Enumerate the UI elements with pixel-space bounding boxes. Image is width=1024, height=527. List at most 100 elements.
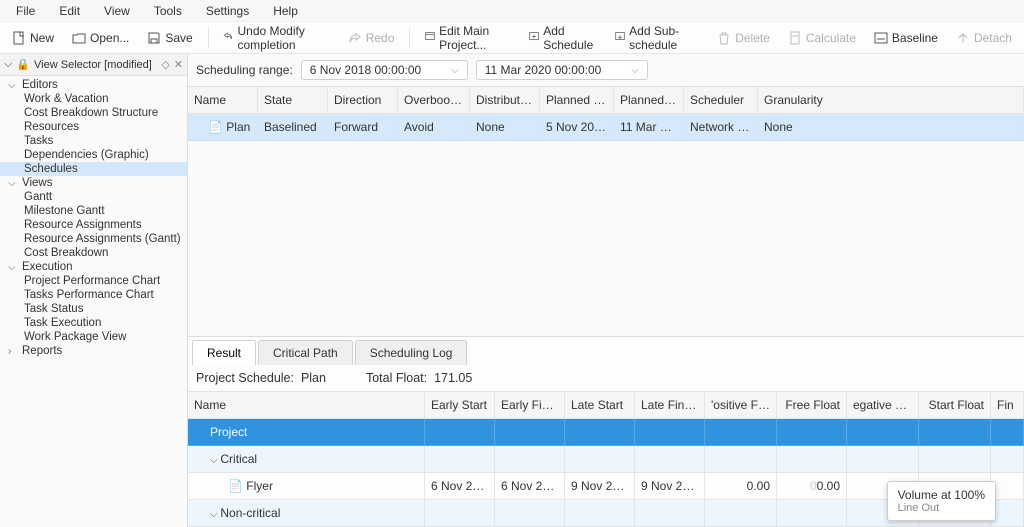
col-overbooking[interactable]: Overbooking [398, 87, 470, 114]
col-planned-start[interactable]: Planned Start [540, 87, 614, 114]
volume-tooltip: Volume at 100% Line Out [887, 481, 996, 521]
rcol-late-start[interactable]: Late Start [565, 392, 635, 419]
close-icon[interactable]: ✕ [174, 58, 183, 71]
toolbar-separator [409, 28, 410, 48]
delete-label: Delete [735, 31, 770, 45]
tree-group-reports[interactable]: Reports [0, 344, 187, 358]
new-button[interactable]: New [6, 28, 60, 48]
rcol-late-finish[interactable]: Late Finish [635, 392, 705, 419]
add-subschedule-button[interactable]: Add Sub-schedule [609, 21, 705, 55]
tab-result[interactable]: Result [192, 340, 256, 365]
rcol-early-start[interactable]: Early Start [425, 392, 495, 419]
rcell [495, 419, 565, 446]
undo-label: Undo Modify completion [237, 24, 329, 52]
tree-group-editors[interactable]: Editors [0, 78, 187, 92]
open-button[interactable]: Open... [66, 28, 135, 48]
tree-group-label: Reports [22, 345, 62, 357]
tab-critical-path[interactable]: Critical Path [258, 340, 353, 365]
tree-item-gantt[interactable]: Gantt [0, 190, 187, 204]
rcell-name: Critical [188, 446, 425, 473]
edit-main-label: Edit Main Project... [439, 24, 511, 52]
view-tree: Editors Work & Vacation Cost Breakdown S… [0, 76, 187, 360]
rcol-finish[interactable]: Fin [991, 392, 1024, 419]
scheduling-range-label: Scheduling range: [196, 63, 293, 77]
baseline-icon [874, 31, 888, 45]
add-schedule-button[interactable]: Add Schedule [523, 21, 603, 55]
rcell [991, 419, 1024, 446]
chevron-down-icon[interactable]: ⌵ [4, 58, 12, 71]
rcol-start-float[interactable]: Start Float [919, 392, 991, 419]
tree-item-cost-breakdown[interactable]: Cost Breakdown [0, 246, 187, 260]
tree-item-task-execution[interactable]: Task Execution [0, 316, 187, 330]
schedule-row[interactable]: 📄 Plan Baselined Forward Avoid None 5 No… [188, 114, 1024, 141]
edit-main-project-button[interactable]: Edit Main Project... [419, 21, 517, 55]
tree-group-views[interactable]: Views [0, 176, 187, 190]
range-from-select[interactable]: 6 Nov 2018 00:00:00 ⌵ [301, 60, 468, 80]
tree-item-milestone-gantt[interactable]: Milestone Gantt [0, 204, 187, 218]
baseline-button[interactable]: Baseline [868, 28, 944, 48]
main-toolbar: New Open... Save Undo Modify completion … [0, 22, 1024, 54]
rcol-name[interactable]: Name [188, 392, 425, 419]
tree-item-work-vacation[interactable]: Work & Vacation [0, 92, 187, 106]
detach-button[interactable]: Detach [950, 28, 1018, 48]
tree-item-cost-breakdown-structure[interactable]: Cost Breakdown Structure [0, 106, 187, 120]
rcol-negative-float[interactable]: egative Float [847, 392, 919, 419]
col-scheduler[interactable]: Scheduler [684, 87, 758, 114]
delete-button[interactable]: Delete [711, 28, 776, 48]
menu-settings[interactable]: Settings [194, 2, 261, 20]
rcell [565, 419, 635, 446]
cell-state: Baselined [258, 114, 328, 141]
menu-view[interactable]: View [92, 2, 142, 20]
open-icon [72, 31, 86, 45]
diamond-icon[interactable]: ◇ [161, 58, 169, 71]
rcell [847, 419, 919, 446]
range-to-select[interactable]: 11 Mar 2020 00:00:00 ⌵ [476, 60, 648, 80]
tree-item-project-performance-chart[interactable]: Project Performance Chart [0, 274, 187, 288]
tree-item-dependencies[interactable]: Dependencies (Graphic) [0, 148, 187, 162]
tree-item-work-package-view[interactable]: Work Package View [0, 330, 187, 344]
rcell [705, 446, 777, 473]
rcol-early-finish[interactable]: Early Finish [495, 392, 565, 419]
tree-item-schedules[interactable]: Schedules [0, 162, 187, 176]
rcell [919, 446, 991, 473]
edit-icon [425, 31, 435, 45]
tree-group-label: Editors [22, 79, 58, 91]
tree-item-tasks-performance-chart[interactable]: Tasks Performance Chart [0, 288, 187, 302]
menu-edit[interactable]: Edit [47, 2, 92, 20]
tree-item-resources[interactable]: Resources [0, 120, 187, 134]
col-state[interactable]: State [258, 87, 328, 114]
menu-file[interactable]: File [4, 2, 47, 20]
redo-button[interactable]: Redo [342, 28, 401, 48]
cell-scheduler: Network Sc... [684, 114, 758, 141]
col-direction[interactable]: Direction [328, 87, 398, 114]
new-label: New [30, 31, 54, 45]
tree-item-task-status[interactable]: Task Status [0, 302, 187, 316]
rcell-text: Flyer [246, 479, 273, 493]
calculate-button[interactable]: Calculate [782, 28, 862, 48]
rcell [425, 446, 495, 473]
tree-item-resource-assignments[interactable]: Resource Assignments [0, 218, 187, 232]
rcol-positive-float[interactable]: 'ositive Float [705, 392, 777, 419]
tree-item-resource-assignments-gantt[interactable]: Resource Assignments (Gantt) [0, 232, 187, 246]
menu-help[interactable]: Help [261, 2, 310, 20]
col-planned-finish[interactable]: Planned Finish [614, 87, 684, 114]
rcell [991, 446, 1024, 473]
col-granularity[interactable]: Granularity [758, 87, 1024, 114]
tree-group-execution[interactable]: Execution [0, 260, 187, 274]
tab-scheduling-log[interactable]: Scheduling Log [355, 340, 468, 365]
save-button[interactable]: Save [141, 28, 198, 48]
undo-button[interactable]: Undo Modify completion [217, 21, 335, 55]
lock-icon[interactable]: 🔒 [16, 58, 30, 71]
result-row-critical[interactable]: Critical [188, 446, 1024, 473]
rcol-free-float[interactable]: Free Float [777, 392, 847, 419]
chevron-down-icon: ⌵ [451, 65, 459, 76]
rcell [565, 500, 635, 527]
col-distribution[interactable]: Distribution [470, 87, 540, 114]
menu-tools[interactable]: Tools [142, 2, 194, 20]
rcell-text: 0.00 [817, 479, 840, 493]
tree-item-tasks[interactable]: Tasks [0, 134, 187, 148]
result-row-project[interactable]: Project [188, 419, 1024, 446]
col-name[interactable]: Name [188, 87, 258, 114]
rcell [565, 446, 635, 473]
undo-icon [223, 31, 233, 45]
